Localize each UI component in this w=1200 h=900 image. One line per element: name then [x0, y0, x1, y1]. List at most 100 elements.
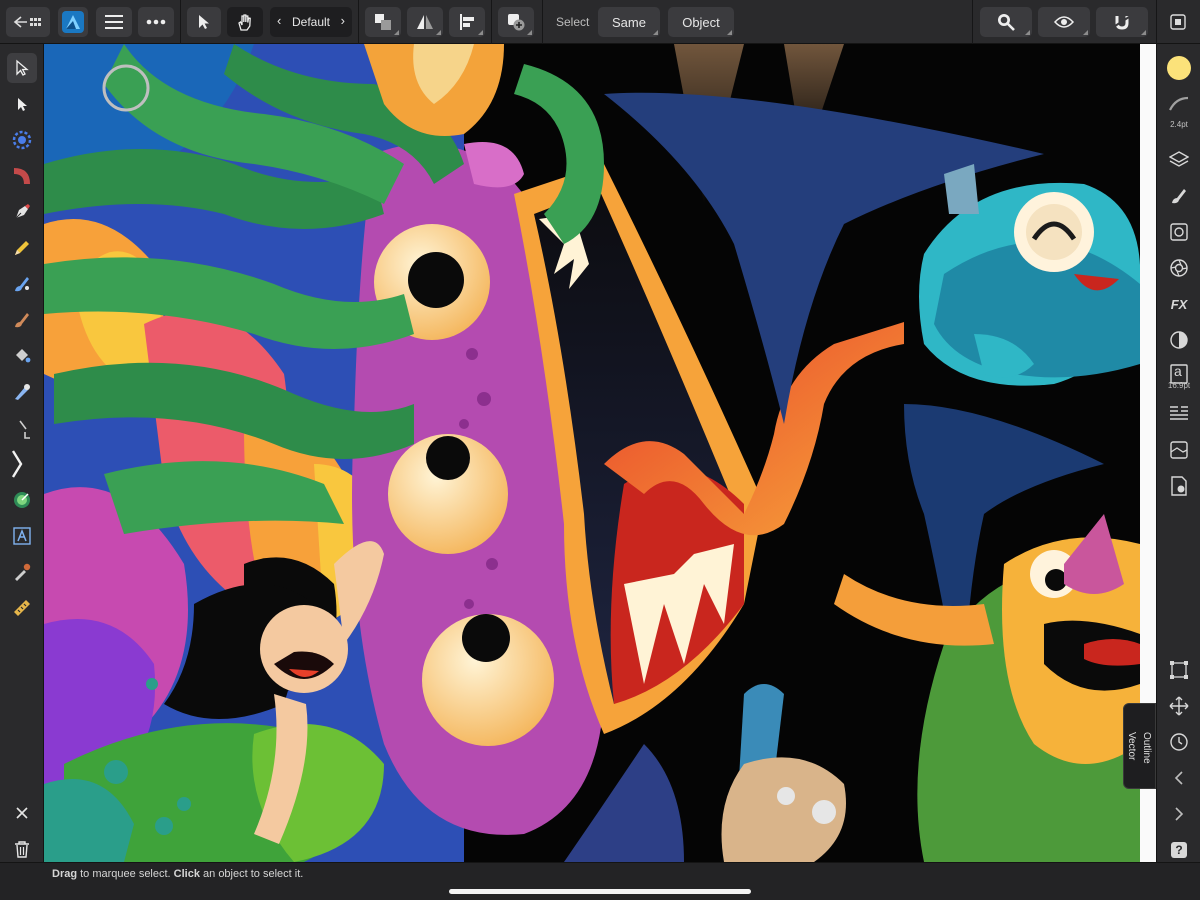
text-frame-icon — [13, 527, 31, 545]
assets-button[interactable] — [1165, 436, 1193, 464]
fill-bucket-icon — [16, 349, 31, 363]
close-button[interactable] — [7, 798, 37, 828]
select-label: Select — [556, 15, 590, 29]
help-button[interactable]: ? — [1165, 836, 1193, 864]
transparency-icon — [1170, 331, 1188, 349]
document-settings-button[interactable] — [1165, 472, 1193, 500]
status-click: Click — [173, 868, 200, 880]
view-mode-tabs[interactable]: Vector Outline — [1123, 703, 1156, 789]
appearance-button[interactable] — [1165, 218, 1193, 246]
select-object-button[interactable]: Object — [668, 7, 734, 37]
measure-tool[interactable] — [7, 593, 37, 623]
selection-brush-icon — [14, 492, 30, 508]
studio-panel: 2.4pt FX a 16.9pt ? — [1156, 44, 1200, 862]
move-arrow-icon — [16, 59, 29, 76]
top-toolbar: ‹ Default › Select Same Object — [0, 0, 1200, 44]
flip-button[interactable] — [407, 7, 443, 37]
fx-button[interactable]: FX — [1165, 290, 1193, 318]
boolean-ops-button[interactable] — [498, 7, 534, 37]
magnet-icon — [1114, 16, 1130, 30]
delete-button[interactable] — [7, 834, 37, 864]
view-mode-button[interactable] — [1038, 7, 1090, 37]
gradient-tool[interactable] — [7, 485, 37, 515]
redo-button[interactable] — [1165, 800, 1193, 828]
status-drag: Drag — [52, 868, 78, 880]
stroke-button[interactable] — [1165, 90, 1193, 118]
move-arrows-icon — [1169, 696, 1189, 716]
undo-button[interactable] — [1165, 764, 1193, 792]
menu-button[interactable] — [96, 7, 132, 37]
artistic-text-tool[interactable] — [7, 521, 37, 551]
eye-icon — [1054, 16, 1074, 28]
shape-tool[interactable] — [7, 161, 37, 191]
fill-tool[interactable] — [7, 341, 37, 371]
ellipsis-icon — [146, 19, 166, 25]
align-button[interactable] — [449, 7, 485, 37]
vector-tab[interactable]: Vector — [1126, 732, 1137, 760]
arrange-button[interactable] — [365, 7, 401, 37]
artwork-illustration[interactable] — [44, 44, 1140, 862]
node-arrow-icon — [18, 98, 27, 111]
style-preset-selector[interactable]: ‹ Default › — [270, 7, 352, 37]
crop-tool[interactable] — [7, 413, 37, 443]
color-swatch[interactable] — [1165, 54, 1193, 82]
select-same-button[interactable]: Same — [598, 7, 660, 37]
ruler-icon — [14, 600, 30, 616]
crop-icon — [19, 420, 30, 439]
layers-icon — [1169, 151, 1189, 167]
back-arrow-icon — [13, 16, 41, 28]
outline-tab[interactable]: Outline — [1141, 732, 1152, 764]
status-drag-text: to marquee select. — [77, 868, 174, 880]
pencil-tool[interactable] — [7, 233, 37, 263]
flip-icon — [417, 15, 433, 29]
snapping-button[interactable] — [1096, 7, 1148, 37]
vector-brush-tool[interactable] — [7, 269, 37, 299]
close-icon — [16, 807, 28, 819]
back-to-gallery-button[interactable] — [6, 7, 50, 37]
corner-tool[interactable] — [7, 125, 37, 155]
pencil-icon — [15, 241, 29, 255]
tools-panel — [0, 44, 44, 862]
export-persona-button[interactable] — [1163, 7, 1193, 37]
select-object-label: Object — [682, 14, 720, 30]
text-size-label: 16.9pt — [1167, 381, 1191, 390]
designer-persona-button[interactable] — [58, 7, 88, 37]
hand-tool-button[interactable] — [227, 7, 263, 37]
expand-tools-handle[interactable] — [2, 449, 32, 479]
stroke-curve-icon — [1169, 96, 1189, 111]
document-canvas[interactable] — [44, 44, 1140, 862]
select-mode-button[interactable] — [187, 7, 221, 37]
status-click-text: an object to select it. — [199, 868, 304, 880]
history-button[interactable] — [1165, 728, 1193, 756]
color-picker-tool[interactable] — [7, 557, 37, 587]
affinity-designer-window: ‹ Default › Select Same Object Vector Ou… — [0, 0, 1200, 900]
toolbar-divider — [358, 0, 359, 44]
paragraph-button[interactable] — [1165, 400, 1193, 428]
fx-icon: FX — [1170, 296, 1188, 312]
view-quality-button[interactable] — [980, 7, 1032, 37]
magnifier-icon — [998, 14, 1015, 31]
help-icon: ? — [1171, 842, 1187, 858]
node-tool[interactable] — [7, 89, 37, 119]
chevron-left-icon — [1174, 771, 1183, 785]
hand-icon — [238, 14, 251, 31]
layers-button[interactable] — [1165, 146, 1193, 174]
transform-button[interactable] — [1165, 656, 1193, 684]
transparency-tool[interactable] — [7, 377, 37, 407]
home-indicator[interactable] — [449, 889, 751, 894]
move-tool[interactable] — [7, 53, 37, 83]
status-hint: Drag to marquee select. Click an object … — [52, 868, 303, 880]
assets-icon — [1170, 441, 1188, 459]
brushes-button[interactable] — [1165, 182, 1193, 210]
toolbar-divider — [491, 0, 492, 44]
chevron-right-icon[interactable]: › — [341, 13, 345, 28]
color-wheel-button[interactable] — [1165, 254, 1193, 282]
pen-tool[interactable] — [7, 197, 37, 227]
transparency-button[interactable] — [1165, 326, 1193, 354]
chevron-left-icon[interactable]: ‹ — [277, 13, 281, 28]
paragraph-icon — [1170, 406, 1188, 420]
transform-icon — [1170, 661, 1188, 679]
pixel-brush-tool[interactable] — [7, 305, 37, 335]
navigator-button[interactable] — [1165, 692, 1193, 720]
more-button[interactable] — [138, 7, 174, 37]
